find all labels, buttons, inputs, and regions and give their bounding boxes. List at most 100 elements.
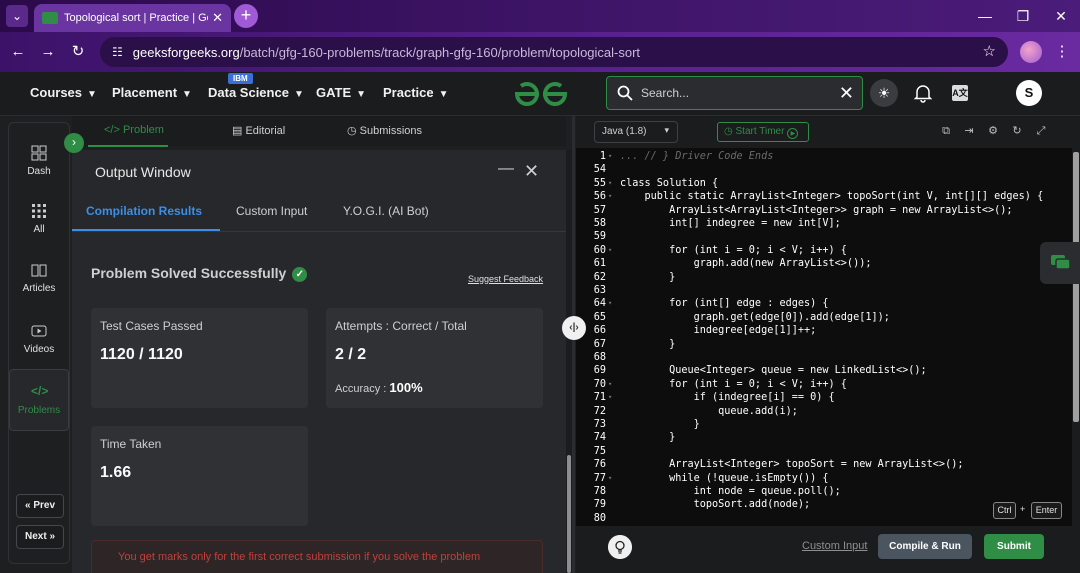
code-text: topoSort.add(node); (620, 499, 811, 511)
search-input[interactable]: Search... ✕ (606, 76, 863, 110)
lightbulb-icon[interactable] (608, 535, 632, 559)
search-clear-icon[interactable]: ✕ (839, 83, 854, 104)
forward-arrow-icon[interactable]: → (38, 42, 58, 62)
editor-bottom-bar: Custom Input Compile & Run Submit (576, 526, 1080, 573)
submit-button[interactable]: Submit (984, 534, 1044, 559)
reset-icon[interactable]: ↻ (1010, 124, 1024, 138)
timer-icon: ◷ (724, 126, 736, 137)
tab-problem[interactable]: </> Problem (104, 124, 164, 136)
browser-profile-avatar[interactable] (1020, 41, 1042, 63)
browser-address-bar: ← → ↻ ☷ geeksforgeeks.org/batch/gfg-160-… (0, 32, 1080, 72)
window-minimize-icon[interactable]: — (966, 0, 1004, 32)
fold-arrow-icon[interactable]: ▾ (608, 391, 612, 404)
tab-close-icon[interactable]: ✕ (212, 10, 223, 26)
rail-item-articles[interactable]: Articles (9, 262, 69, 294)
browser-menu-kebab-icon[interactable]: ⋮ (1052, 42, 1072, 62)
code-text: for (int i = 0; i < V; i++) { (620, 244, 847, 256)
line-number: 79 (593, 499, 606, 511)
code-text: Queue<Integer> queue = new LinkedList<>(… (620, 365, 927, 377)
code-editor[interactable]: 1 ▾... // } Driver Code Ends 54 55 ▾ class So… (576, 148, 1072, 526)
active-tab-underline (72, 229, 220, 231)
code-text: ArrayList<ArrayList<Integer>> graph = ne… (620, 204, 1013, 216)
line-number: 63 (593, 285, 606, 296)
line-number: 61 (593, 258, 606, 270)
fold-arrow-icon[interactable]: ▾ (608, 190, 612, 203)
window-restore-icon[interactable]: ❐ (1004, 0, 1042, 32)
url-omnibox[interactable]: ☷ geeksforgeeks.org/batch/gfg-160-proble… (100, 37, 1008, 67)
custom-input-link[interactable]: Custom Input (802, 540, 867, 552)
nav-gate[interactable]: GATE ▼ (316, 85, 366, 100)
site-info-tune-icon[interactable]: ☷ (112, 45, 123, 59)
code-text: graph.add(new ArrayList<>()); (620, 258, 872, 270)
bookmark-star-icon[interactable]: ☆ (983, 42, 996, 60)
tab-custom-input[interactable]: Custom Input (236, 204, 307, 218)
close-icon[interactable]: ✕ (524, 161, 539, 182)
rail-item-videos[interactable]: Videos (9, 323, 69, 355)
code-line: 66 indegree[edge[1]]++; (576, 324, 1072, 337)
code-line: 58 int[] indegree = new int[V]; (576, 217, 1072, 230)
reload-icon[interactable]: ↻ (68, 42, 88, 62)
translate-icon[interactable]: A文 (952, 85, 968, 101)
back-arrow-icon[interactable]: ← (8, 42, 28, 62)
new-tab-plus-icon[interactable]: + (234, 4, 258, 28)
tab-submissions[interactable]: ◷ Submissions (347, 124, 422, 137)
prev-button[interactable]: « Prev (16, 494, 64, 518)
output-scrollbar-thumb[interactable] (567, 455, 571, 573)
fold-arrow-icon[interactable]: ▾ (608, 150, 612, 163)
pane-splitter[interactable] (572, 116, 575, 573)
chevron-down-icon: ▼ (438, 89, 449, 100)
rail-label-videos: Videos (23, 344, 55, 355)
time-taken-value: 1.66 (100, 464, 132, 481)
rail-item-dash[interactable]: Dash (9, 145, 69, 177)
rail-item-problems[interactable]: </> Problems (9, 369, 69, 431)
code-text: class Solution { (620, 177, 719, 189)
left-rail: Dash All Articles Videos </> Problems « … (8, 122, 70, 564)
rail-label-all: All (33, 224, 45, 235)
tab-compilation-results[interactable]: Compilation Results (86, 204, 202, 218)
grid-dots-icon (32, 204, 46, 218)
attempts-value: 2 / 2 (335, 346, 367, 363)
export-icon[interactable]: ⇥ (962, 124, 976, 138)
copy-icon[interactable]: ⧉ (939, 124, 953, 138)
resize-handle-icon[interactable]: ‹|› (562, 316, 586, 340)
suggest-feedback-link[interactable]: Suggest Feedback (468, 274, 543, 284)
window-close-icon[interactable]: ✕ (1042, 0, 1080, 32)
fold-arrow-icon[interactable]: ▾ (608, 177, 612, 190)
nav-courses[interactable]: Courses ▼ (30, 85, 97, 100)
fold-arrow-icon[interactable]: ▾ (608, 378, 612, 391)
fold-arrow-icon[interactable]: ▾ (608, 297, 612, 310)
tab-yogi-ai-bot[interactable]: Y.O.G.I. (AI Bot) (343, 204, 429, 218)
browser-tab[interactable]: Topological sort | Practice | GeeksforGe… (34, 4, 231, 32)
tab-search-chevron-icon[interactable]: ⌄ (6, 5, 28, 27)
next-button[interactable]: Next » (16, 525, 64, 549)
editor-scrollbar-thumb[interactable] (1073, 152, 1079, 422)
test-cases-card: Test Cases Passed 1120 / 1120 (91, 308, 308, 408)
nav-placement[interactable]: Placement ▼ (112, 85, 192, 100)
book-icon (31, 264, 47, 277)
chevron-down-icon: ▼ (293, 89, 304, 100)
rail-expand-chevron-icon[interactable]: › (64, 133, 84, 153)
code-text: ArrayList<Integer> topoSort = new ArrayL… (620, 459, 964, 471)
rail-item-all[interactable]: All (9, 203, 69, 235)
language-select[interactable]: Java (1.8) ▾ (594, 121, 678, 143)
user-avatar[interactable]: S (1016, 80, 1042, 106)
chat-icon[interactable] (1040, 242, 1080, 284)
code-line: 54 (576, 163, 1072, 176)
compile-run-button[interactable]: Compile & Run (878, 534, 972, 559)
fold-arrow-icon[interactable]: ▾ (608, 244, 612, 257)
editor-scrollbar[interactable] (1072, 148, 1080, 526)
start-timer-button[interactable]: ◷ Start Timer ▶ (717, 122, 809, 142)
settings-gear-icon[interactable]: ⚙ (986, 124, 1000, 138)
fullscreen-icon[interactable]: ⤢ (1034, 124, 1048, 138)
nav-practice[interactable]: Practice ▼ (383, 85, 449, 100)
nav-data-science[interactable]: Data Science ▼ (208, 85, 304, 100)
play-icon: ▶ (787, 128, 799, 139)
gfg-logo[interactable] (513, 80, 569, 108)
theme-toggle-sun-icon[interactable]: ☀ (870, 79, 898, 107)
line-number: 72 (593, 405, 606, 417)
accuracy: Accuracy : 100% (335, 380, 423, 395)
fold-arrow-icon[interactable]: ▾ (608, 472, 612, 485)
minimize-icon[interactable]: — (498, 160, 514, 178)
tab-editorial[interactable]: ▤ Editorial (232, 124, 285, 137)
notification-bell-icon[interactable] (913, 83, 933, 103)
